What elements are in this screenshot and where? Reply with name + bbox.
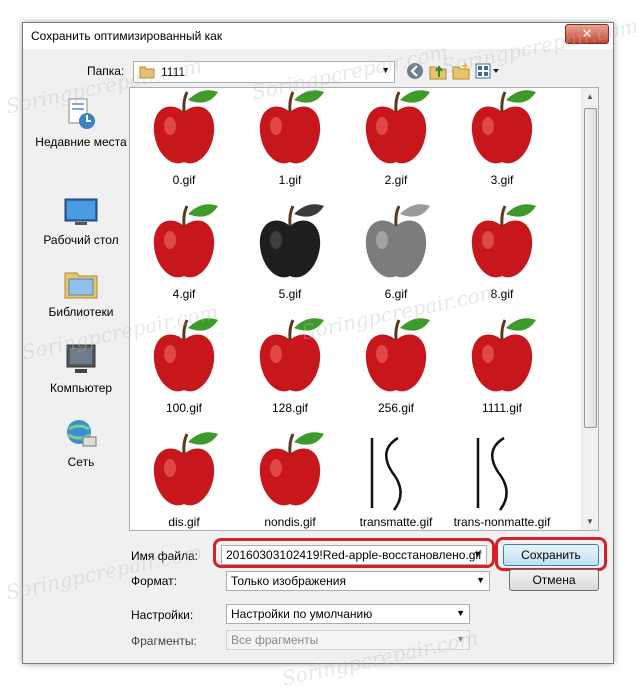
folder-label: Папка: bbox=[87, 64, 125, 78]
settings-value: Настройки по умолчанию bbox=[231, 607, 373, 621]
file-name: 100.gif bbox=[165, 401, 203, 415]
file-name: transmatte.gif bbox=[359, 515, 433, 529]
place-label: Библиотеки bbox=[48, 305, 114, 319]
file-name: 5.gif bbox=[278, 287, 302, 301]
computer-icon bbox=[66, 344, 96, 373]
apple-thumbnail-icon bbox=[471, 318, 536, 392]
file-item[interactable]: 8.gif bbox=[450, 198, 554, 312]
file-item[interactable]: 6.gif bbox=[344, 198, 448, 312]
view-menu-icon[interactable] bbox=[474, 61, 500, 81]
file-item[interactable]: 4.gif bbox=[132, 198, 236, 312]
network-icon bbox=[67, 420, 97, 447]
title-bar: Сохранить оптимизированный как ✕ bbox=[23, 23, 613, 49]
apple-thumbnail-icon bbox=[365, 318, 430, 392]
new-folder-icon[interactable] bbox=[451, 61, 471, 81]
file-name: 1.gif bbox=[278, 173, 302, 187]
apple-thumbnail-icon bbox=[365, 90, 430, 164]
apple-thumbnail-icon bbox=[471, 204, 536, 278]
file-item[interactable]: dis.gif bbox=[132, 426, 236, 530]
chevron-down-icon: ▼ bbox=[476, 575, 485, 585]
place-label: Компьютер bbox=[49, 381, 113, 395]
file-name: dis.gif bbox=[168, 515, 200, 529]
file-name: 256.gif bbox=[377, 401, 415, 415]
apple-thumbnail-icon bbox=[471, 90, 536, 164]
window-title: Сохранить оптимизированный как bbox=[31, 29, 223, 43]
apple-thumbnail-icon bbox=[153, 432, 218, 506]
file-name: 128.gif bbox=[271, 401, 309, 415]
file-name: 2.gif bbox=[384, 173, 408, 187]
apple-thumbnail-icon bbox=[153, 318, 218, 392]
file-name: trans-nonmatte.gif bbox=[453, 515, 551, 529]
desktop-icon bbox=[64, 198, 98, 225]
save-highlight bbox=[495, 537, 607, 571]
apple-thumbnail-icon bbox=[153, 90, 218, 164]
file-item[interactable]: 1.gif bbox=[238, 88, 342, 198]
chevron-down-icon: ▼ bbox=[381, 65, 390, 75]
file-item[interactable]: 256.gif bbox=[344, 312, 448, 426]
folder-value: 1111 bbox=[161, 65, 186, 79]
place-desktop[interactable]: Рабочий стол bbox=[33, 195, 129, 248]
file-name: 3.gif bbox=[490, 173, 514, 187]
scroll-down-icon[interactable]: ▼ bbox=[582, 513, 598, 530]
fragments-select: Все фрагменты ▼ bbox=[226, 630, 470, 650]
file-item[interactable]: 1111.gif bbox=[450, 312, 554, 426]
folder-icon bbox=[139, 66, 155, 79]
apple-thumbnail-icon bbox=[259, 432, 324, 506]
apple-thumbnail-icon bbox=[365, 204, 430, 278]
apple-thumbnail-icon bbox=[259, 318, 324, 392]
libraries-icon bbox=[64, 272, 98, 299]
save-optimized-dialog: Сохранить оптимизированный как ✕ Папка: … bbox=[22, 22, 614, 664]
format-value: Только изображения bbox=[231, 574, 346, 588]
file-name: 4.gif bbox=[172, 287, 196, 301]
chevron-down-icon: ▼ bbox=[456, 634, 465, 644]
place-label: Сеть bbox=[67, 455, 95, 469]
apple-thumbnail-icon bbox=[259, 90, 324, 164]
fragments-label: Фрагменты: bbox=[131, 634, 197, 648]
file-item[interactable]: 0.gif bbox=[132, 88, 236, 198]
file-item[interactable]: 100.gif bbox=[132, 312, 236, 426]
scrollbar-thumb[interactable] bbox=[584, 108, 597, 428]
file-item[interactable]: transmatte.gif bbox=[344, 426, 448, 530]
apple-thumbnail-icon bbox=[259, 204, 324, 278]
settings-label: Настройки: bbox=[131, 608, 194, 622]
back-icon[interactable] bbox=[405, 61, 425, 81]
settings-select[interactable]: Настройки по умолчанию ▼ bbox=[226, 604, 470, 624]
folder-select[interactable]: 1111 ▼ bbox=[133, 61, 395, 83]
file-item[interactable]: trans-nonmatte.gif bbox=[450, 426, 554, 530]
file-item[interactable]: 5.gif bbox=[238, 198, 342, 312]
file-name: 1111.gif bbox=[481, 401, 523, 415]
vertical-scrollbar[interactable]: ▲ ▼ bbox=[581, 88, 598, 530]
curve-thumbnail-icon bbox=[476, 436, 508, 511]
place-computer[interactable]: Компьютер bbox=[33, 343, 129, 396]
place-libraries[interactable]: Библиотеки bbox=[33, 267, 129, 320]
file-name: nondis.gif bbox=[264, 515, 316, 529]
place-label: Недавние места bbox=[35, 135, 127, 149]
place-network[interactable]: Сеть bbox=[33, 417, 129, 470]
up-folder-icon[interactable] bbox=[428, 61, 448, 81]
file-item[interactable]: 128.gif bbox=[238, 312, 342, 426]
scroll-up-icon[interactable]: ▲ bbox=[582, 88, 598, 105]
cancel-button[interactable]: Отмена bbox=[509, 569, 599, 591]
file-item[interactable]: 2.gif bbox=[344, 88, 448, 198]
recent-places-icon bbox=[68, 98, 95, 129]
file-name: 6.gif bbox=[384, 287, 408, 301]
file-name: 8.gif bbox=[490, 287, 514, 301]
file-item[interactable]: 3.gif bbox=[450, 88, 554, 198]
place-label: Рабочий стол bbox=[43, 233, 119, 247]
filename-highlight bbox=[213, 538, 495, 568]
curve-thumbnail-icon bbox=[370, 436, 402, 511]
place-recent[interactable]: Недавние места bbox=[33, 97, 129, 150]
apple-thumbnail-icon bbox=[153, 204, 218, 278]
format-label: Формат: bbox=[131, 574, 177, 588]
fragments-value: Все фрагменты bbox=[231, 633, 319, 647]
file-item[interactable]: nondis.gif bbox=[238, 426, 342, 530]
places-sidebar: Недавние места Рабочий стол Библиотеки К… bbox=[33, 89, 129, 579]
format-select[interactable]: Только изображения ▼ bbox=[226, 571, 490, 591]
close-button[interactable]: ✕ bbox=[565, 24, 609, 44]
file-name: 0.gif bbox=[172, 173, 196, 187]
filename-label: Имя файла: bbox=[131, 549, 198, 563]
chevron-down-icon: ▼ bbox=[456, 608, 465, 618]
file-list[interactable]: 0.gif 1.gif 2.gif 3.gif 4.gif 5.gif 6.gi… bbox=[129, 87, 599, 531]
